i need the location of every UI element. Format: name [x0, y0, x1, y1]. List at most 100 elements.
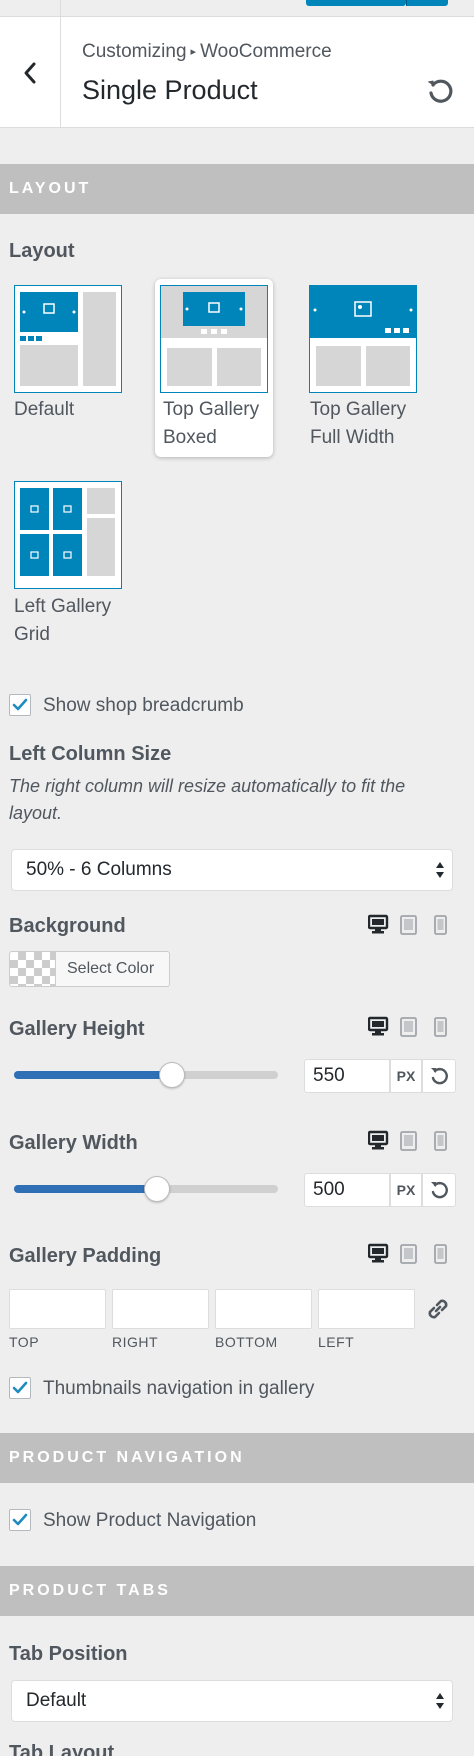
section-header-layout: LAYOUT	[0, 164, 474, 214]
checkmark-icon	[12, 1513, 28, 1526]
select-color-label: Select Color	[67, 960, 155, 977]
layout-label: Layout	[9, 240, 75, 262]
gallery-height-slider-track[interactable]	[14, 1071, 278, 1079]
left-column-size-select[interactable]: 50% - 6 Columns	[11, 849, 453, 891]
tab-position-value: Default	[26, 1690, 87, 1711]
gallery-height-unit[interactable]: PX	[390, 1059, 422, 1093]
padding-top-label: TOP	[9, 1334, 40, 1350]
reset-icon	[427, 79, 453, 103]
gallery-width-slider-fill	[14, 1185, 157, 1193]
color-swatch	[10, 952, 56, 986]
layout-option-default-label: Default	[14, 396, 74, 424]
padding-bottom-input[interactable]	[215, 1289, 312, 1329]
padding-bottom-label: BOTTOM	[215, 1334, 278, 1350]
show-breadcrumb-label: Show shop breadcrumb	[43, 695, 244, 716]
thumbnails-navigation-checkbox[interactable]	[9, 1377, 31, 1399]
gallery-width-device-switcher	[367, 1130, 452, 1152]
gallery-width-slider-thumb[interactable]	[143, 1176, 170, 1202]
gallery-padding-device-switcher	[367, 1243, 452, 1265]
gallery-height-slider-thumb[interactable]	[159, 1062, 186, 1088]
reset-icon	[431, 1068, 448, 1085]
show-breadcrumb-checkbox[interactable]	[9, 694, 31, 716]
padding-top-input[interactable]	[9, 1289, 106, 1329]
page-title: Single Product	[82, 75, 258, 105]
tab-position-select[interactable]: Default	[11, 1680, 453, 1722]
gallery-height-reset-button[interactable]	[422, 1059, 456, 1093]
mobile-icon[interactable]	[434, 1244, 447, 1264]
breadcrumb-separator: ▸	[190, 46, 197, 58]
back-button[interactable]	[0, 17, 61, 128]
layout-option-grid-label: Left Gallery Grid	[14, 593, 111, 649]
gallery-height-slider-fill	[14, 1071, 173, 1079]
chevron-left-icon	[24, 62, 36, 83]
desktop-icon[interactable]	[367, 1130, 389, 1150]
tab-position-label: Tab Position	[9, 1643, 128, 1665]
layout-full-width-preview	[310, 286, 416, 386]
left-column-size-value: 50% - 6 Columns	[26, 859, 172, 880]
layout-option-left-gallery-grid[interactable]	[14, 481, 122, 589]
tab-layout-label: Tab Layout	[9, 1742, 115, 1756]
desktop-icon[interactable]	[367, 1243, 389, 1263]
gallery-width-unit[interactable]: PX	[390, 1173, 422, 1207]
gallery-width-reset-button[interactable]	[422, 1173, 456, 1207]
mobile-icon[interactable]	[434, 1017, 447, 1037]
gallery-height-device-switcher	[367, 1016, 452, 1038]
publish-options-button[interactable]	[406, 0, 448, 6]
reset-section-button[interactable]	[424, 75, 456, 107]
checkmark-icon	[12, 1381, 28, 1394]
section-header-product-tabs: PRODUCT TABS	[0, 1566, 474, 1616]
gallery-padding-label: Gallery Padding	[9, 1245, 162, 1267]
padding-left-input[interactable]	[318, 1289, 415, 1329]
desktop-icon[interactable]	[367, 914, 389, 934]
left-column-size-label: Left Column Size	[9, 743, 172, 765]
layout-option-label-line1: Top Gallery	[163, 399, 260, 420]
section-header-product-navigation: PRODUCT NAVIGATION	[0, 1433, 474, 1483]
breadcrumb-child: WooCommerce	[200, 41, 332, 62]
layout-option-label-line2: Grid	[14, 624, 50, 645]
layout-option-default[interactable]	[14, 285, 122, 393]
background-device-switcher	[367, 914, 452, 936]
tablet-icon[interactable]	[400, 915, 417, 935]
layout-option-top-gallery-boxed[interactable]	[160, 285, 268, 393]
tablet-icon[interactable]	[400, 1244, 417, 1264]
layout-option-full-width-label: Top Gallery Full Width	[310, 396, 406, 452]
layout-option-label-line1: Top Gallery	[310, 399, 407, 420]
checkmark-icon	[12, 698, 28, 711]
mobile-icon[interactable]	[434, 915, 447, 935]
reset-icon	[431, 1182, 448, 1199]
select-arrows-icon	[436, 862, 444, 878]
tablet-icon[interactable]	[400, 1131, 417, 1151]
layout-option-label-line1: Default	[14, 399, 75, 420]
layout-option-boxed-label: Top Gallery Boxed	[163, 396, 259, 452]
mobile-icon[interactable]	[434, 1131, 447, 1151]
gallery-height-label: Gallery Height	[9, 1018, 145, 1040]
layout-option-label-line1: Left Gallery	[14, 596, 112, 617]
show-product-navigation-checkbox[interactable]	[9, 1509, 31, 1531]
layout-default-preview	[20, 292, 116, 386]
publish-button[interactable]	[306, 0, 406, 6]
padding-right-label: RIGHT	[112, 1334, 159, 1350]
layout-option-top-gallery-full-width[interactable]	[309, 285, 417, 393]
link-padding-button[interactable]	[424, 1295, 452, 1323]
select-color-button[interactable]: Select Color	[9, 951, 170, 987]
layout-boxed-preview	[161, 286, 267, 386]
breadcrumb-parent: Customizing	[82, 41, 187, 62]
show-product-navigation-label: Show Product Navigation	[43, 1510, 257, 1531]
link-icon	[428, 1299, 448, 1319]
gallery-width-input[interactable]: 500	[304, 1173, 390, 1207]
layout-option-label-line2: Full Width	[310, 427, 395, 448]
layout-grid-preview	[20, 488, 115, 576]
thumbnails-navigation-label: Thumbnails navigation in gallery	[43, 1378, 315, 1399]
select-arrows-icon	[436, 1693, 444, 1709]
gallery-width-label: Gallery Width	[9, 1132, 138, 1154]
padding-left-label: LEFT	[318, 1334, 355, 1350]
gallery-height-input[interactable]: 550	[304, 1059, 390, 1093]
desktop-icon[interactable]	[367, 1016, 389, 1036]
toolbar-divider	[60, 0, 61, 17]
padding-right-input[interactable]	[112, 1289, 209, 1329]
left-column-description: The right column will resize automatical…	[9, 776, 406, 823]
breadcrumb: Customizing ▸ WooCommerce	[82, 41, 332, 63]
background-label: Background	[9, 915, 126, 937]
panel-header: Customizing ▸ WooCommerce Single Product	[0, 17, 474, 128]
tablet-icon[interactable]	[400, 1017, 417, 1037]
